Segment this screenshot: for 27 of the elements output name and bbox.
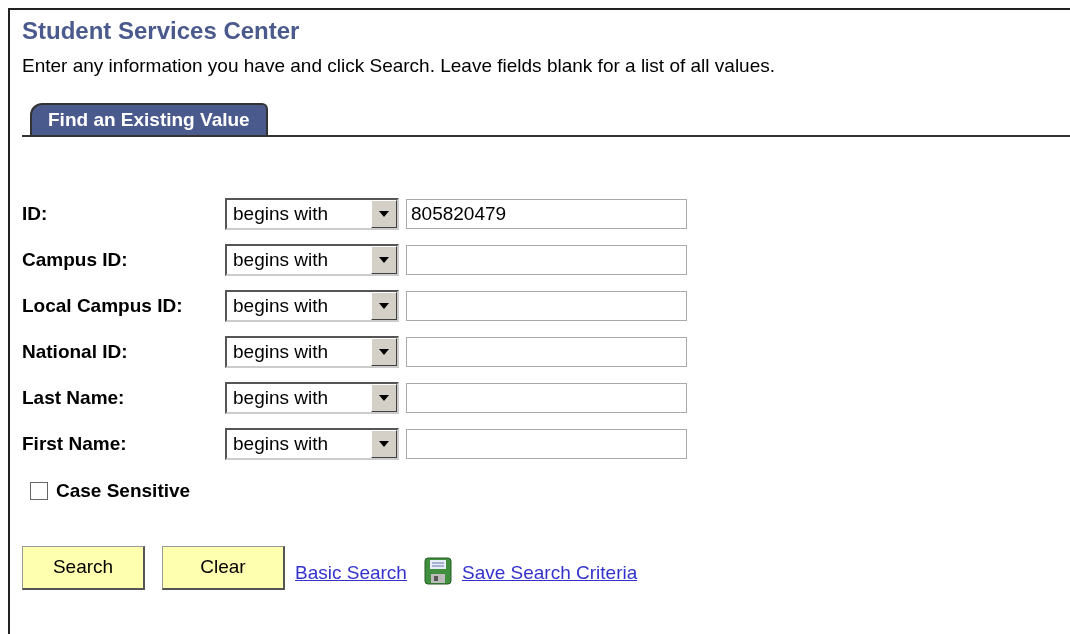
field-label: National ID:	[22, 339, 129, 364]
checkbox-label: Case Sensitive	[56, 479, 191, 503]
link[interactable]: Save Search Criteria	[461, 559, 638, 588]
input-field[interactable]	[406, 337, 687, 367]
input-field[interactable]	[406, 383, 687, 413]
field-label: First Name:	[22, 431, 128, 456]
field-label: Local Campus ID:	[22, 293, 184, 318]
field-label: ID:	[22, 201, 49, 226]
input-field[interactable]	[406, 291, 687, 321]
link[interactable]: Basic Search	[295, 559, 407, 588]
field-label: Campus ID:	[22, 247, 129, 272]
input-field[interactable]	[406, 245, 687, 275]
page-title: Student Services Center	[22, 16, 301, 46]
operator-dropdown[interactable]: begins with	[225, 290, 399, 322]
operator-dropdown[interactable]: begins with	[225, 244, 399, 276]
field-label: Last Name:	[22, 385, 126, 410]
tab[interactable]: Find an Existing Value	[30, 103, 268, 135]
operator-dropdown[interactable]: begins with	[225, 428, 399, 460]
checkbox[interactable]	[30, 482, 48, 501]
input-field[interactable]	[406, 429, 687, 459]
operator-dropdown[interactable]: begins with	[225, 336, 399, 368]
operator-dropdown[interactable]: begins with	[225, 198, 399, 230]
instructions: Enter any information you have and click Search. Leave fields blank for a list of all values.	[22, 54, 776, 78]
operator-dropdown[interactable]: begins with	[225, 382, 399, 414]
action-button[interactable]: Clear	[162, 545, 285, 590]
input-field[interactable]: 805820479	[406, 199, 687, 229]
action-button[interactable]: Search	[22, 545, 145, 590]
